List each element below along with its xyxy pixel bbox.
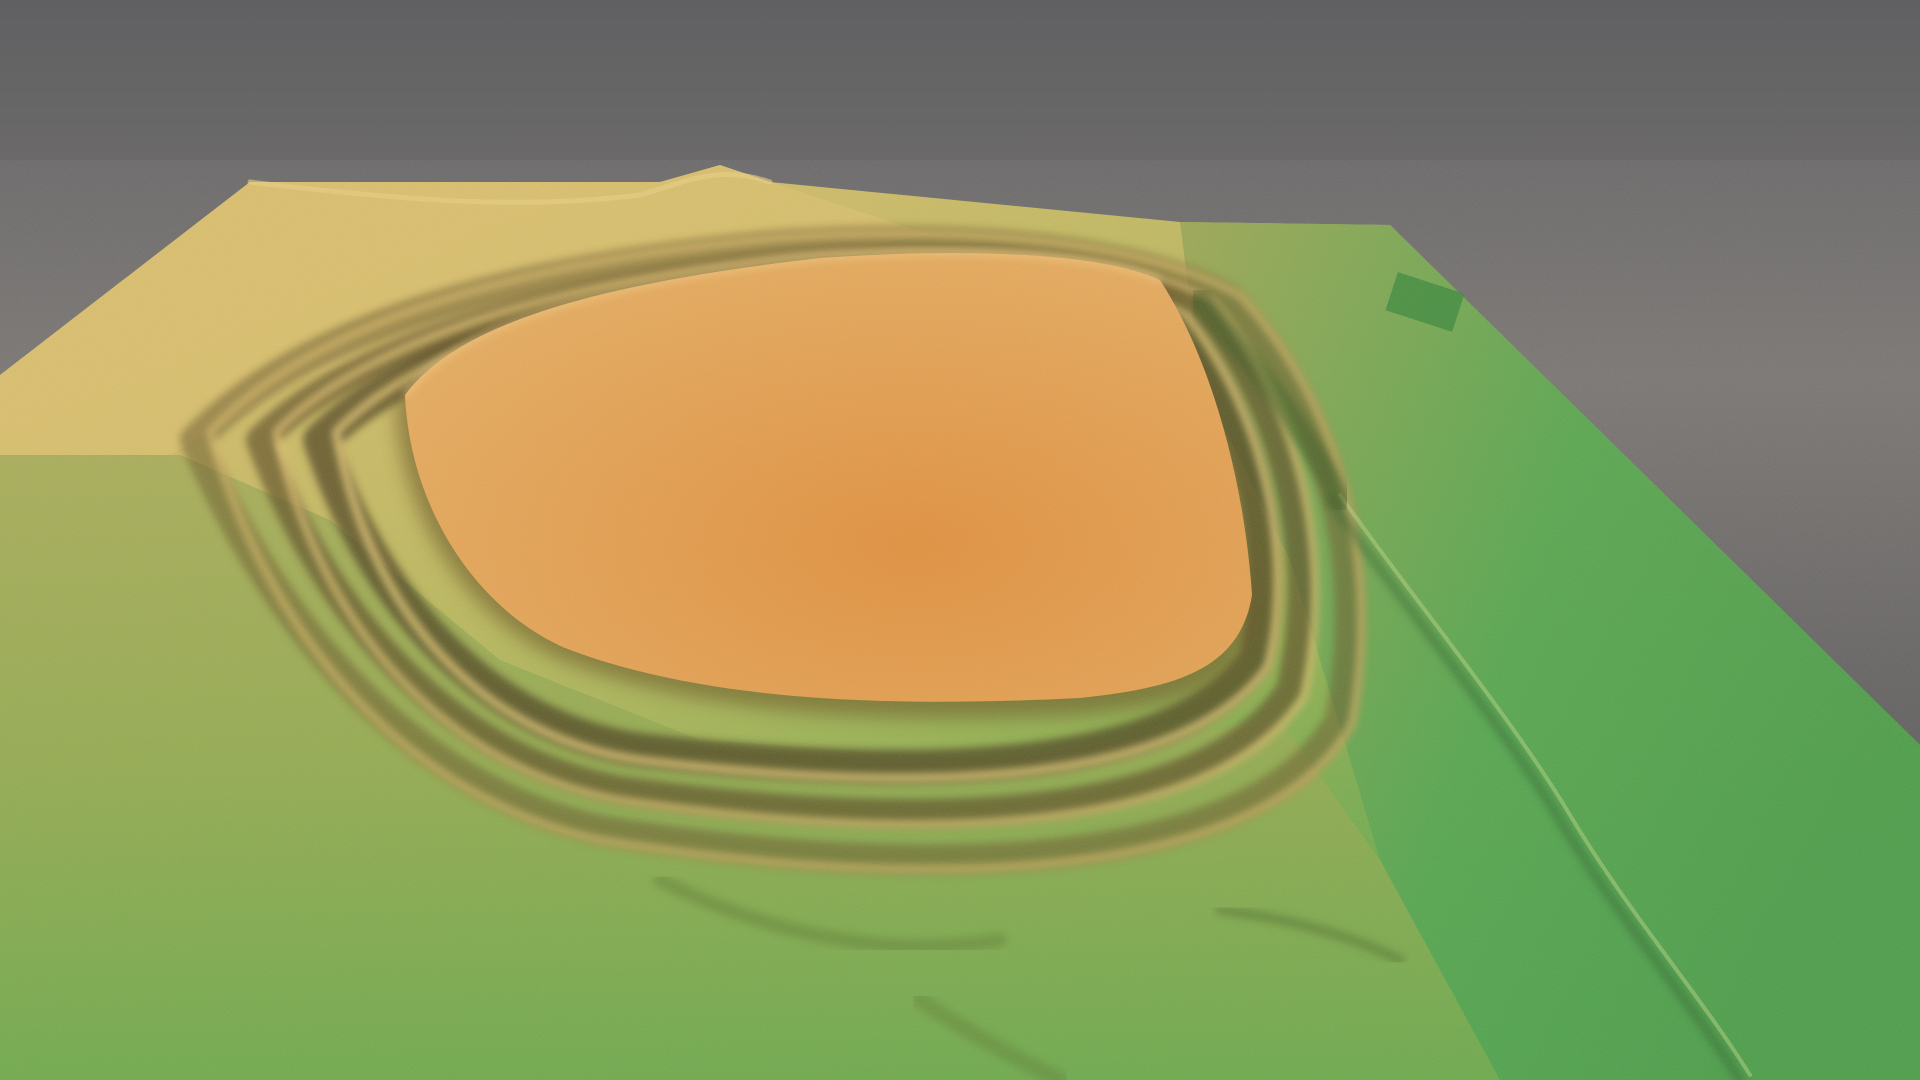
texture-overlay (0, 160, 1920, 1080)
terrain-render (0, 0, 1920, 1080)
terrain-svg (0, 0, 1920, 1080)
